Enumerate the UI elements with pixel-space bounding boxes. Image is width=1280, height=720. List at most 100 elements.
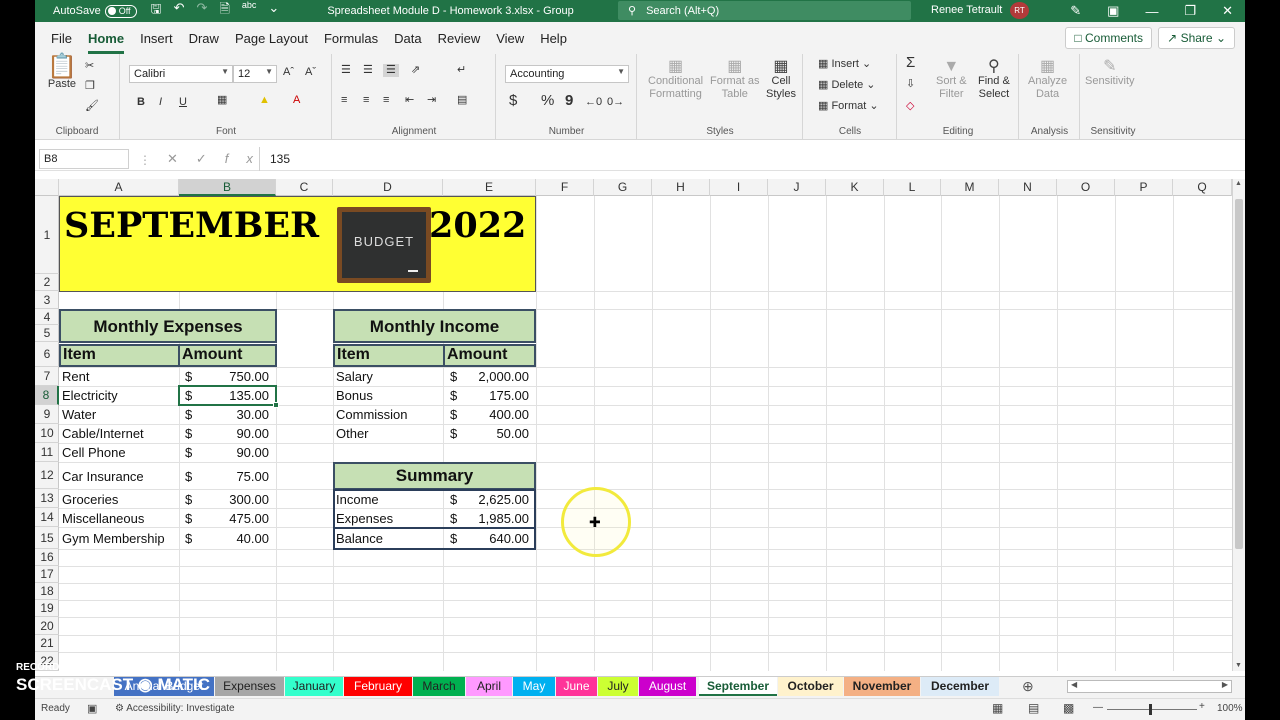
row-header-18[interactable]: 18 <box>35 583 59 600</box>
find-select-button[interactable]: ⚲ Find & Select <box>978 59 1010 101</box>
col-header-d[interactable]: D <box>333 179 443 196</box>
row-header-6[interactable]: 6 <box>35 342 59 367</box>
customize-qat-icon[interactable]: ⌄ <box>268 0 279 22</box>
comments-button[interactable]: □ Comments <box>1065 27 1152 49</box>
fill-handle[interactable] <box>273 402 279 408</box>
expense-amount[interactable]: 75.00 <box>179 469 269 484</box>
decrease-font-icon[interactable]: Aˇ <box>305 66 316 79</box>
tab-review[interactable]: Review <box>438 27 481 50</box>
col-header-k[interactable]: K <box>826 179 884 196</box>
zoom-slider[interactable] <box>1107 709 1197 710</box>
paste-button[interactable]: 📋 Paste <box>47 55 77 91</box>
user-avatar[interactable]: RT <box>1010 2 1029 19</box>
align-left-icon[interactable]: ≡ <box>341 94 347 107</box>
top-align-icon[interactable]: ☰ <box>341 64 351 77</box>
expense-item[interactable]: Gym Membership <box>62 531 165 546</box>
expense-item[interactable]: Miscellaneous <box>62 511 144 526</box>
income-item[interactable]: Salary <box>336 369 373 384</box>
autosave-toggle[interactable]: Off <box>104 4 137 18</box>
income-amount[interactable]: 2,000.00 <box>443 369 529 384</box>
income-item[interactable]: Bonus <box>336 388 373 403</box>
summary-title[interactable]: Summary <box>333 462 536 490</box>
format-as-table-button[interactable]: ▦ Format as Table <box>710 59 760 101</box>
restore-icon[interactable]: ❐ <box>1184 3 1196 19</box>
select-all-corner[interactable] <box>35 179 59 196</box>
formula-buttons[interactable]: ✕✓fx <box>167 151 271 167</box>
conditional-formatting-button[interactable]: ▦ Conditional Formatting <box>648 59 703 101</box>
sensitivity-button[interactable]: ✎ Sensitivity <box>1085 59 1135 88</box>
increase-indent-icon[interactable]: ⇥ <box>427 94 436 107</box>
summary-item[interactable]: Balance <box>336 531 383 546</box>
search-box[interactable]: ⚲ Search (Alt+Q) <box>618 1 911 20</box>
expense-item[interactable]: Water <box>62 407 96 422</box>
tab-draw[interactable]: Draw <box>189 27 219 50</box>
income-amount[interactable]: 400.00 <box>443 407 529 422</box>
row-header-15[interactable]: 15 <box>35 527 59 549</box>
analyze-data-button[interactable]: ▦ Analyze Data <box>1028 59 1067 101</box>
orientation-icon[interactable]: ⇗ <box>411 64 420 77</box>
tab-page-layout[interactable]: Page Layout <box>235 27 308 50</box>
col-header-l[interactable]: L <box>884 179 941 196</box>
sheet-tab-september[interactable]: September <box>699 677 777 696</box>
accounting-format-button[interactable]: $ <box>509 93 517 108</box>
scroll-thumb[interactable] <box>1235 199 1243 549</box>
close-icon[interactable]: ✕ <box>1222 3 1233 19</box>
italic-button[interactable]: I <box>159 96 162 109</box>
row-header-16[interactable]: 16 <box>35 549 59 566</box>
save-icon[interactable]: 🖫 <box>151 0 162 22</box>
scroll-left-icon[interactable]: ◀ <box>1071 680 1077 689</box>
autosum-icon[interactable]: Σ <box>906 55 915 70</box>
print-preview-icon[interactable]: 🗎 <box>219 0 229 22</box>
col-header-o[interactable]: O <box>1057 179 1115 196</box>
row-header-14[interactable]: 14 <box>35 508 59 527</box>
row-header-2[interactable]: 2 <box>35 274 59 291</box>
expense-amount[interactable]: 90.00 <box>179 426 269 441</box>
name-box[interactable]: B8 <box>39 149 129 169</box>
summary-amount[interactable]: 640.00 <box>443 531 529 546</box>
col-header-b[interactable]: B <box>179 179 276 196</box>
row-header-13[interactable]: 13 <box>35 489 59 508</box>
redo-icon[interactable]: ↷ <box>197 0 208 22</box>
col-header-c[interactable]: C <box>276 179 333 196</box>
pen-icon[interactable]: ✎ <box>1070 3 1081 19</box>
delete-cells-button[interactable]: ▦ Delete ⌄ <box>818 79 876 92</box>
tab-formulas[interactable]: Formulas <box>324 27 378 50</box>
format-cells-button[interactable]: ▦ Format ⌄ <box>818 100 879 113</box>
sheet-tab-march[interactable]: March <box>413 677 465 696</box>
font-name-select[interactable]: Calibri ▼ <box>129 65 233 83</box>
tab-data[interactable]: Data <box>394 27 421 50</box>
tab-view[interactable]: View <box>496 27 524 50</box>
income-item-header[interactable]: Item <box>333 344 445 367</box>
number-format-select[interactable]: Accounting ▼ <box>505 65 629 83</box>
decrease-decimal-icon[interactable]: 0→ <box>607 96 624 109</box>
row-header-3[interactable]: 3 <box>35 291 59 309</box>
underline-button[interactable]: U <box>179 96 187 109</box>
income-amount[interactable]: 175.00 <box>443 388 529 403</box>
col-header-g[interactable]: G <box>594 179 652 196</box>
col-header-j[interactable]: J <box>768 179 826 196</box>
summary-amount[interactable]: 2,625.00 <box>443 492 529 507</box>
col-header-n[interactable]: N <box>999 179 1057 196</box>
decrease-indent-icon[interactable]: ⇤ <box>405 94 414 107</box>
summary-amount[interactable]: 1,985.00 <box>443 511 529 526</box>
sheet-tab-july[interactable]: July <box>598 677 638 696</box>
document-title[interactable]: Spreadsheet Module D - Homework 3.xlsx -… <box>327 5 573 17</box>
expense-item[interactable]: Rent <box>62 369 89 384</box>
col-header-a[interactable]: A <box>59 179 179 196</box>
income-amount-header[interactable]: Amount <box>443 344 536 367</box>
row-header-19[interactable]: 19 <box>35 600 59 617</box>
share-button[interactable]: ↗ Share ⌄ <box>1158 27 1235 49</box>
col-header-i[interactable]: I <box>710 179 768 196</box>
summary-item[interactable]: Income <box>336 492 379 507</box>
tab-help[interactable]: Help <box>540 27 567 50</box>
expenses-amount-header[interactable]: Amount <box>178 344 277 367</box>
align-center-icon[interactable]: ≡ <box>363 94 369 107</box>
middle-align-icon[interactable]: ☰ <box>363 64 373 77</box>
insert-cells-button[interactable]: ▦ Insert ⌄ <box>818 58 871 71</box>
vertical-scrollbar[interactable]: ▲ ▼ <box>1232 179 1245 671</box>
wrap-text-icon[interactable]: ↵ <box>457 64 466 77</box>
zoom-level[interactable]: 100% <box>1217 703 1243 714</box>
scroll-down-icon[interactable]: ▼ <box>1235 662 1242 669</box>
sheet-tab-february[interactable]: February <box>344 677 412 696</box>
income-amount[interactable]: 50.00 <box>443 426 529 441</box>
